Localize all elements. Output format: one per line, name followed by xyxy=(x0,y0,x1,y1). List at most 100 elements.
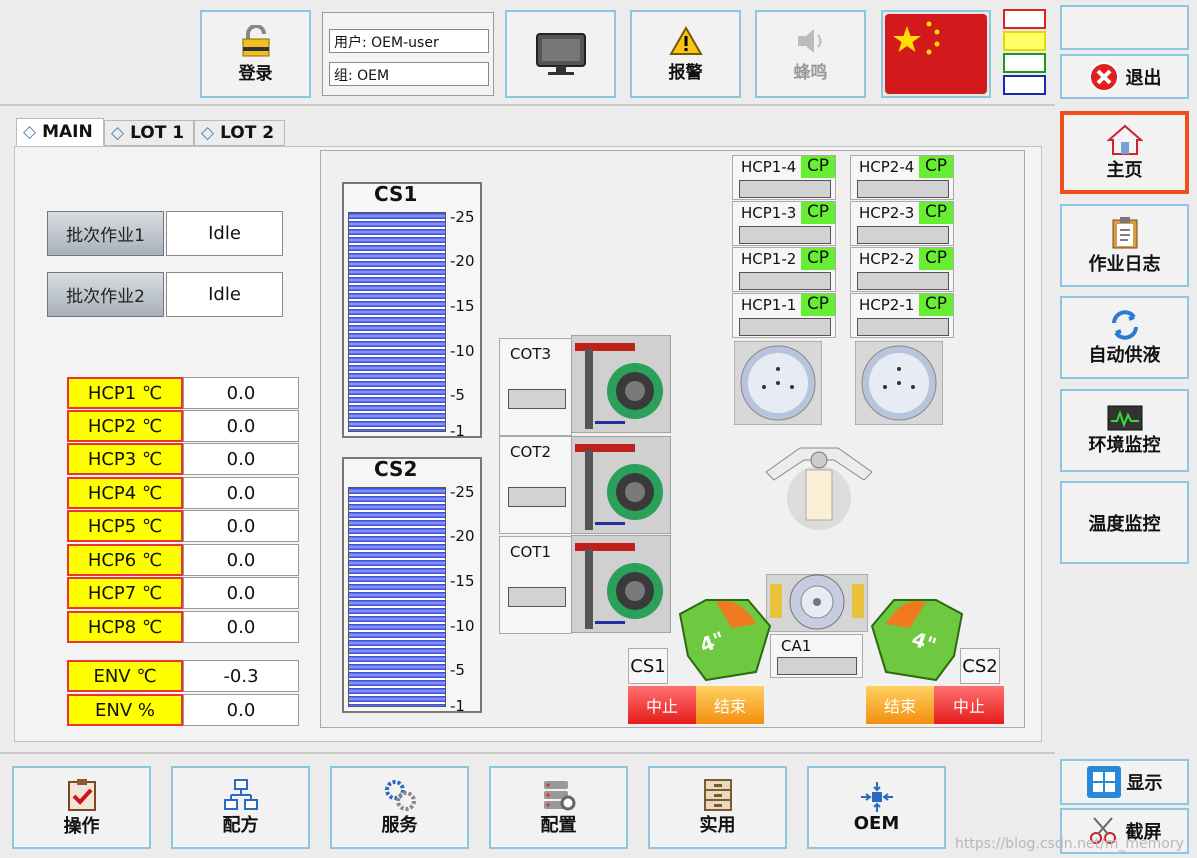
tag-icon: ◇ xyxy=(23,122,37,142)
hcp-label: HCP2-2 xyxy=(859,250,915,268)
refresh-icon xyxy=(1111,309,1138,340)
checklist-icon xyxy=(67,778,96,811)
cp-badge: CP xyxy=(919,202,953,224)
user-field: 用户: OEM-user xyxy=(329,29,489,53)
env-monitor-label: 环境监控 xyxy=(1088,434,1161,456)
slot-tick: -10 xyxy=(450,617,475,635)
hcp-unit[interactable]: HCP1-2 CP xyxy=(732,247,836,292)
close-icon xyxy=(1088,61,1119,92)
slot-tick: -20 xyxy=(450,527,475,545)
temp-label: HCP1 ℃ xyxy=(67,377,183,409)
china-flag-icon xyxy=(885,14,987,94)
port-cs1-label: CS1 xyxy=(628,648,668,684)
nav-service[interactable]: 服务 xyxy=(330,766,469,849)
hcp-label: HCP2-1 xyxy=(859,296,915,314)
port-cs2-label: CS2 xyxy=(960,648,1000,684)
hcp-status xyxy=(739,180,831,198)
top-divider xyxy=(0,104,1055,106)
env-monitor-button[interactable]: 环境监控 xyxy=(1060,389,1189,472)
ca1-unit[interactable]: CA1 xyxy=(770,634,863,678)
hotplate-icon xyxy=(855,341,943,425)
hcp-unit[interactable]: HCP1-1 CP xyxy=(732,293,836,338)
cp-badge: CP xyxy=(801,202,835,224)
cs2-stop-button[interactable]: 中止 xyxy=(934,686,1004,724)
nav-recipe[interactable]: 配方 xyxy=(171,766,310,849)
temp-label: HCP3 ℃ xyxy=(67,443,183,475)
auto-supply-label: 自动供液 xyxy=(1088,344,1161,366)
home-button[interactable]: 主页 xyxy=(1060,111,1189,194)
cot3-unit[interactable]: COT3 xyxy=(499,338,572,436)
slot-tick: -25 xyxy=(450,483,475,501)
cot1-unit[interactable]: COT1 xyxy=(499,536,572,634)
home-icon xyxy=(1106,124,1143,155)
nav-oem[interactable]: OEM xyxy=(807,766,946,849)
cassette-title: CS2 xyxy=(374,457,418,481)
temp-monitor-label: 温度监控 xyxy=(1088,513,1161,535)
batch-job-1-button[interactable]: 批次作业1 xyxy=(47,211,164,256)
nav-utility[interactable]: 实用 xyxy=(648,766,787,849)
exit-button[interactable]: 退出 xyxy=(1060,54,1189,99)
hcp-unit[interactable]: HCP2-4 CP xyxy=(850,155,954,200)
user-info-panel: 用户: OEM-user 组: OEM xyxy=(322,12,494,96)
cot2-unit[interactable]: COT2 xyxy=(499,436,572,534)
hcp-unit[interactable]: HCP1-3 CP xyxy=(732,201,836,246)
tab-lot2[interactable]: ◇ LOT 2 xyxy=(194,120,285,146)
batch-job-2-status: Idle xyxy=(166,272,283,317)
slot-tick: -5 xyxy=(450,661,465,679)
hcp-unit[interactable]: HCP2-1 CP xyxy=(850,293,954,338)
slot-tick: -1 xyxy=(450,422,465,440)
monitor-graph-icon xyxy=(1107,405,1142,430)
slot-tick: -5 xyxy=(450,386,465,404)
temp-value: 0.0 xyxy=(183,477,299,509)
hcp-unit[interactable]: HCP2-3 CP xyxy=(850,201,954,246)
nav-utility-label: 实用 xyxy=(699,814,736,836)
alarm-button[interactable]: 报警 xyxy=(630,10,741,98)
temp-label: HCP6 ℃ xyxy=(67,544,183,576)
slot-tick: -15 xyxy=(450,572,475,590)
tab-main[interactable]: ◇ MAIN xyxy=(16,118,104,146)
job-log-button[interactable]: 作业日志 xyxy=(1060,204,1189,287)
hcp-status xyxy=(739,318,831,336)
cs1-stop-button[interactable]: 中止 xyxy=(628,686,696,724)
temp-monitor-button[interactable]: 温度监控 xyxy=(1060,481,1189,564)
nav-config-label: 配置 xyxy=(540,814,577,836)
temp-value: 0.0 xyxy=(183,611,299,643)
gears-icon xyxy=(384,779,416,811)
hcp-unit[interactable]: HCP1-4 CP xyxy=(732,155,836,200)
nav-service-label: 服务 xyxy=(381,814,418,836)
language-button[interactable] xyxy=(881,10,991,98)
nav-operation[interactable]: 操作 xyxy=(12,766,151,849)
buzzer-button[interactable]: 蜂鸣 xyxy=(755,10,866,98)
temp-label: HCP8 ℃ xyxy=(67,611,183,643)
signal-light-green xyxy=(1003,53,1046,73)
temp-label: HCP2 ℃ xyxy=(67,410,183,442)
display-button[interactable]: 显示 xyxy=(1060,759,1189,805)
hcp-status xyxy=(857,318,949,336)
login-button[interactable]: 登录 xyxy=(200,10,311,98)
slot-tick: -10 xyxy=(450,342,475,360)
env-temp-label: ENV ℃ xyxy=(67,660,183,692)
cabinet-icon xyxy=(703,778,732,811)
batch-job-2-button[interactable]: 批次作业2 xyxy=(47,272,164,317)
login-label: 登录 xyxy=(238,63,273,84)
signal-light-yellow xyxy=(1003,31,1046,51)
hcp-unit[interactable]: HCP2-2 CP xyxy=(850,247,954,292)
cs1-end-button[interactable]: 结束 xyxy=(696,686,764,724)
warning-icon xyxy=(668,25,703,55)
tab-lot1[interactable]: ◇ LOT 1 xyxy=(104,120,194,146)
auto-supply-button[interactable]: 自动供液 xyxy=(1060,296,1189,379)
hcp-label: HCP1-3 xyxy=(741,204,797,222)
hcp-status xyxy=(857,272,949,290)
cot-label: COT1 xyxy=(510,543,551,561)
ca1-label: CA1 xyxy=(781,637,812,655)
monitor-button[interactable] xyxy=(505,10,616,98)
hcp-label: HCP1-4 xyxy=(741,158,797,176)
aligner-icon xyxy=(766,574,868,632)
nav-config[interactable]: 配置 xyxy=(489,766,628,849)
cs2-end-button[interactable]: 结束 xyxy=(866,686,934,724)
cp-badge: CP xyxy=(801,156,835,178)
slot-tick: -20 xyxy=(450,252,475,270)
cassette-cs2: CS2 -25 -20 -15 -10 -5 -1 xyxy=(342,457,482,715)
cot-status xyxy=(508,587,566,607)
padlock-icon xyxy=(242,24,269,56)
